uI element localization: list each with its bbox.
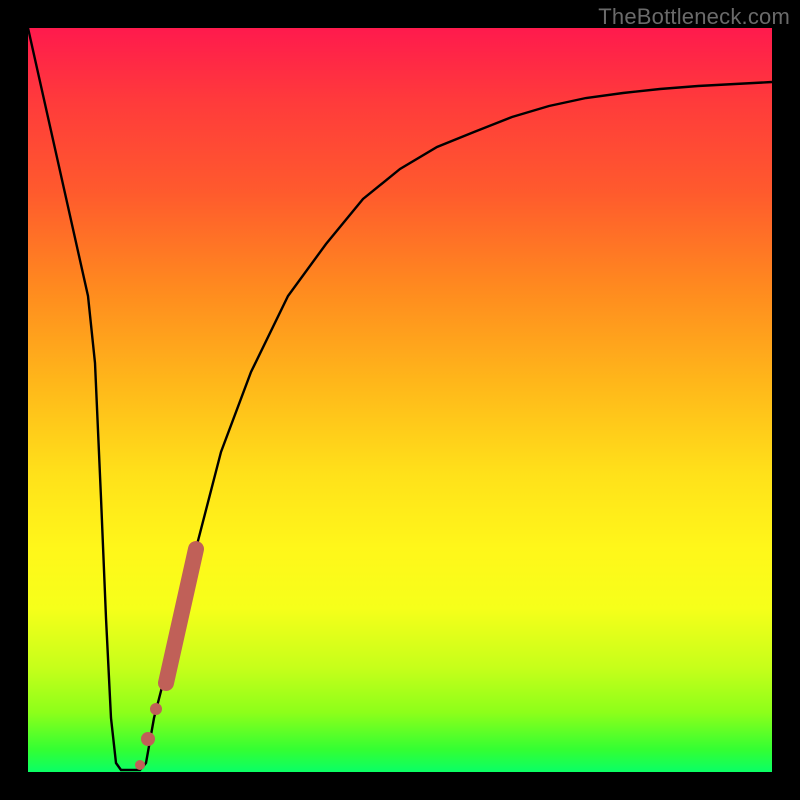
curve-svg (28, 28, 772, 772)
watermark-text: TheBottleneck.com (598, 4, 790, 30)
marker-dot-3 (135, 760, 145, 770)
marker-thick-segment (166, 549, 196, 683)
bottleneck-curve (28, 28, 772, 770)
marker-group (135, 549, 196, 770)
marker-dot-2 (141, 732, 155, 746)
plot-area (28, 28, 772, 772)
curve-path-group (28, 28, 772, 770)
outer-frame: TheBottleneck.com (0, 0, 800, 800)
marker-dot-1 (150, 703, 162, 715)
